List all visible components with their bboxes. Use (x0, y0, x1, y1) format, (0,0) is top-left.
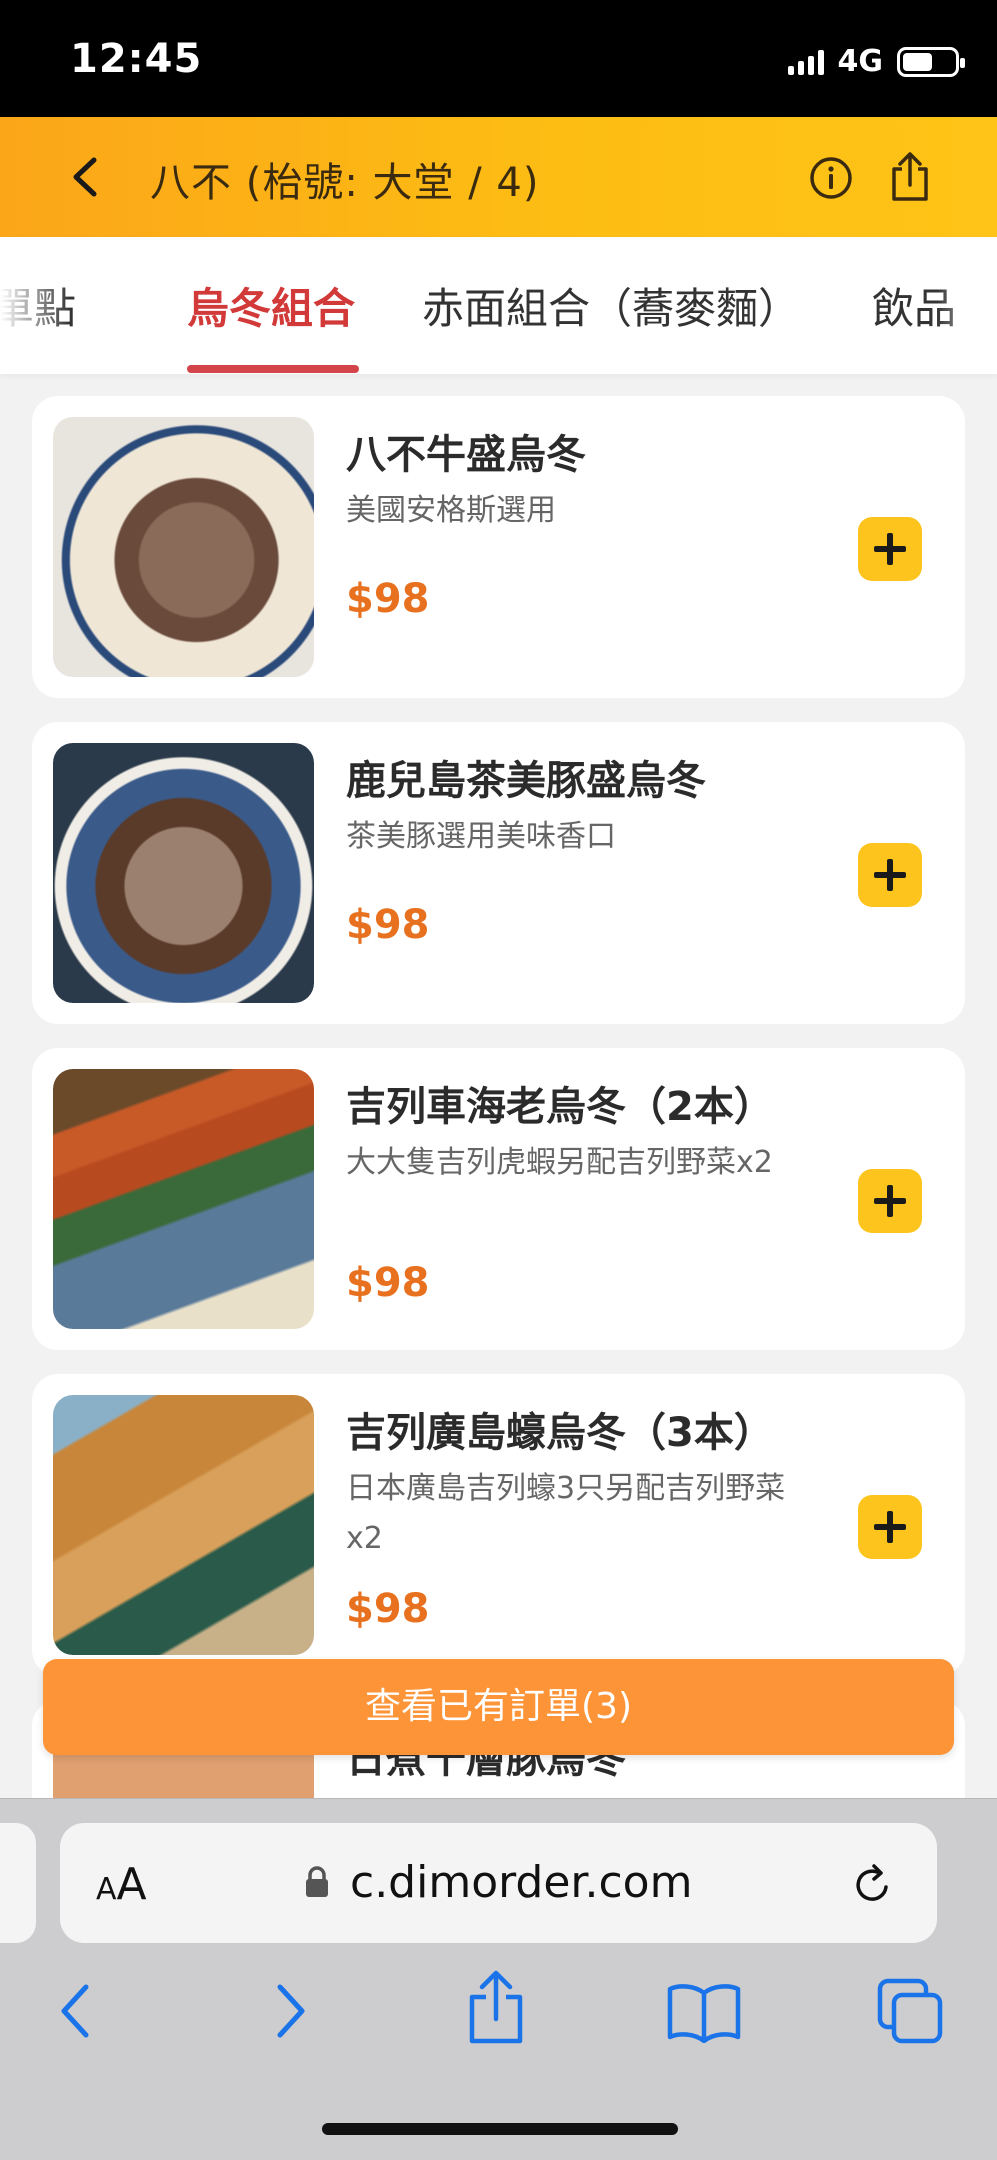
info-icon (810, 157, 852, 199)
item-price: $98 (346, 576, 430, 622)
menu-list: 八不牛盛烏冬 美國安格斯選用 $98 鹿兒島茶美豚盛烏冬 茶美豚選用美味香口 $… (0, 374, 997, 1798)
menu-item[interactable]: 吉列廣島蠔烏冬（3本） 日本廣島吉列蠔3只另配吉列野菜x2 $98 (32, 1374, 965, 1676)
item-description: 大大隻吉列虎蝦另配吉列野菜x2 (346, 1145, 773, 1180)
pork-udon-photo (53, 743, 314, 1003)
share-button[interactable] (888, 151, 932, 203)
item-price: $98 (346, 902, 430, 948)
category-tabs: 單點 烏冬組合 赤面組合（蕎麥麵） 飲品 (0, 237, 997, 374)
item-name: 吉列廣島蠔烏冬（3本） (346, 1410, 774, 1456)
item-price: $98 (346, 1586, 430, 1632)
restaurant-header: 八不 (枱號: 大堂 / 4) (0, 117, 997, 237)
tabs-overview-icon[interactable] (876, 1977, 946, 2045)
signal-icon (787, 49, 824, 75)
page-title: 八不 (枱號: 大堂 / 4) (150, 160, 540, 206)
item-description: 美國安格斯選用 (346, 493, 556, 528)
lock-icon (306, 1866, 328, 1897)
tab-fade-left (0, 237, 70, 374)
add-to-cart-button[interactable] (858, 1169, 922, 1233)
bookmarks-icon[interactable] (666, 1983, 742, 2043)
status-time: 12:45 (70, 36, 203, 82)
info-button[interactable] (808, 155, 854, 201)
battery-icon (897, 46, 965, 77)
tab-soba-combo[interactable]: 赤面組合（蕎麥麵） (422, 275, 800, 336)
active-tab-indicator (187, 365, 359, 373)
menu-item[interactable]: 八不牛盛烏冬 美國安格斯選用 $98 (32, 396, 965, 698)
browser-share-icon[interactable] (466, 1969, 526, 2045)
address-bar[interactable]: AA c.dimorder.com (60, 1823, 937, 1943)
item-price: $98 (346, 1260, 430, 1306)
item-name: 八不牛盛烏冬 (346, 432, 586, 478)
chevron-left-icon (73, 157, 97, 197)
fried-prawn-photo (53, 1069, 314, 1329)
add-to-cart-button[interactable] (858, 1495, 922, 1559)
reload-icon[interactable] (850, 1861, 896, 1909)
add-to-cart-button[interactable] (858, 517, 922, 581)
browser-toolbar: AA c.dimorder.com (0, 1798, 997, 2160)
beef-udon-photo (53, 417, 314, 677)
share-icon (892, 152, 928, 201)
previous-tab-peek[interactable] (0, 1823, 36, 1943)
fried-oyster-photo (53, 1395, 314, 1655)
browser-back-icon[interactable] (56, 1981, 96, 2041)
reader-aa-button[interactable]: AA (96, 1859, 147, 1910)
tab-udon-combo[interactable]: 烏冬組合 (187, 275, 355, 336)
url-text: c.dimorder.com (350, 1857, 693, 1908)
home-indicator (322, 2123, 678, 2135)
view-orders-button[interactable]: 查看已有訂單(3) (43, 1659, 954, 1755)
item-description: 日本廣島吉列蠔3只另配吉列野菜x2 (346, 1471, 786, 1556)
menu-item[interactable]: 吉列車海老烏冬（2本） 大大隻吉列虎蝦另配吉列野菜x2 $98 (32, 1048, 965, 1350)
item-name: 吉列車海老烏冬（2本） (346, 1084, 774, 1130)
menu-item[interactable]: 鹿兒島茶美豚盛烏冬 茶美豚選用美味香口 $98 (32, 722, 965, 1024)
item-description: 茶美豚選用美味香口 (346, 819, 616, 854)
item-name: 鹿兒島茶美豚盛烏冬 (346, 758, 706, 804)
browser-forward-icon[interactable] (270, 1981, 310, 2041)
status-bar: 12:45 4G (0, 0, 997, 117)
add-to-cart-button[interactable] (858, 843, 922, 907)
back-button[interactable] (62, 152, 112, 202)
status-indicators: 4G (787, 44, 965, 79)
tab-fade-right (937, 237, 997, 374)
network-label: 4G (837, 44, 884, 79)
